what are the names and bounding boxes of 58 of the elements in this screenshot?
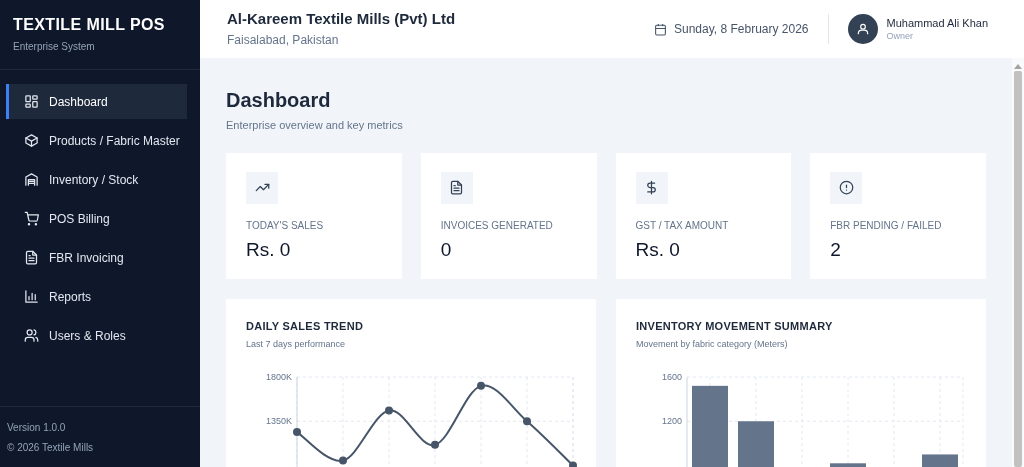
stat-value: 2 bbox=[830, 237, 842, 262]
data-point bbox=[477, 381, 485, 390]
data-point bbox=[569, 461, 577, 467]
nav-item[interactable]: Users & Roles bbox=[6, 318, 187, 353]
page-subtitle: Enterprise overview and key metrics bbox=[226, 118, 404, 133]
document-icon bbox=[449, 180, 465, 195]
date-text: Sunday, 8 February 2026 bbox=[673, 21, 809, 38]
nav-item[interactable]: Dashboard bbox=[6, 84, 187, 119]
version-text: Version 1.0.0 bbox=[7, 421, 67, 435]
chart-title: DAILY SALES TREND bbox=[246, 318, 365, 334]
nav-item[interactable]: POS Billing bbox=[6, 201, 187, 236]
nav-item[interactable]: Products / Fabric Master bbox=[6, 123, 187, 158]
company-name: Al-Kareem Textile Mills (Pvt) Ltd bbox=[227, 9, 456, 29]
stat-label: GST / TAX AMOUNT bbox=[635, 218, 730, 233]
y-tick-label: 1600 bbox=[661, 371, 682, 382]
data-point bbox=[339, 456, 347, 465]
y-tick-label: 1200 bbox=[661, 415, 682, 426]
stat-value: Rs. 0 bbox=[246, 237, 292, 262]
company-location: Faisalabad, Pakistan bbox=[227, 32, 340, 49]
user-avatar[interactable] bbox=[847, 14, 878, 44]
stat-label: INVOICES GENERATED bbox=[440, 218, 554, 233]
nav-item[interactable]: FBR Invoicing bbox=[6, 240, 187, 275]
stat-label: TODAY'S SALES bbox=[246, 218, 325, 233]
bar bbox=[830, 462, 866, 467]
cart-icon bbox=[24, 211, 39, 226]
data-point bbox=[523, 416, 531, 425]
stat-label: FBR PENDING / FAILED bbox=[830, 218, 943, 233]
bar-chart-icon bbox=[24, 289, 39, 304]
y-tick-label: 1800K bbox=[265, 371, 292, 382]
stat-value: 0 bbox=[440, 237, 453, 262]
bar bbox=[738, 420, 774, 467]
document-icon bbox=[24, 250, 39, 265]
chart-subtitle: Movement by fabric category (Meters) bbox=[636, 338, 789, 351]
data-point bbox=[431, 440, 439, 449]
alert-icon bbox=[838, 180, 854, 195]
nav-item[interactable]: Reports bbox=[6, 279, 187, 314]
user-name: Muhammad Ali Khan bbox=[886, 16, 988, 30]
copyright-text: © 2026 Textile Mills bbox=[7, 441, 95, 455]
nav-item[interactable]: Inventory / Stock bbox=[6, 162, 187, 197]
scrollbar[interactable] bbox=[1012, 58, 1024, 467]
brand-subtitle: Enterprise System bbox=[13, 40, 96, 54]
calendar-icon bbox=[653, 22, 667, 36]
box-icon bbox=[24, 133, 39, 148]
user-icon bbox=[855, 22, 870, 36]
stat-value: Rs. 0 bbox=[635, 237, 681, 262]
grid-icon bbox=[24, 94, 39, 109]
user-role: Owner bbox=[886, 30, 914, 42]
chart-title: INVENTORY MOVEMENT SUMMARY bbox=[636, 318, 834, 334]
dollar-icon bbox=[644, 180, 659, 195]
users-icon bbox=[24, 328, 39, 343]
warehouse-icon bbox=[24, 172, 39, 187]
y-tick-label: 1350K bbox=[265, 415, 292, 426]
chart-subtitle: Last 7 days performance bbox=[246, 338, 347, 351]
brand-title: TEXTILE MILL POS bbox=[13, 15, 166, 35]
page-title: Dashboard bbox=[226, 88, 332, 112]
data-point bbox=[293, 427, 301, 436]
bar bbox=[922, 453, 958, 467]
data-point bbox=[385, 405, 393, 414]
